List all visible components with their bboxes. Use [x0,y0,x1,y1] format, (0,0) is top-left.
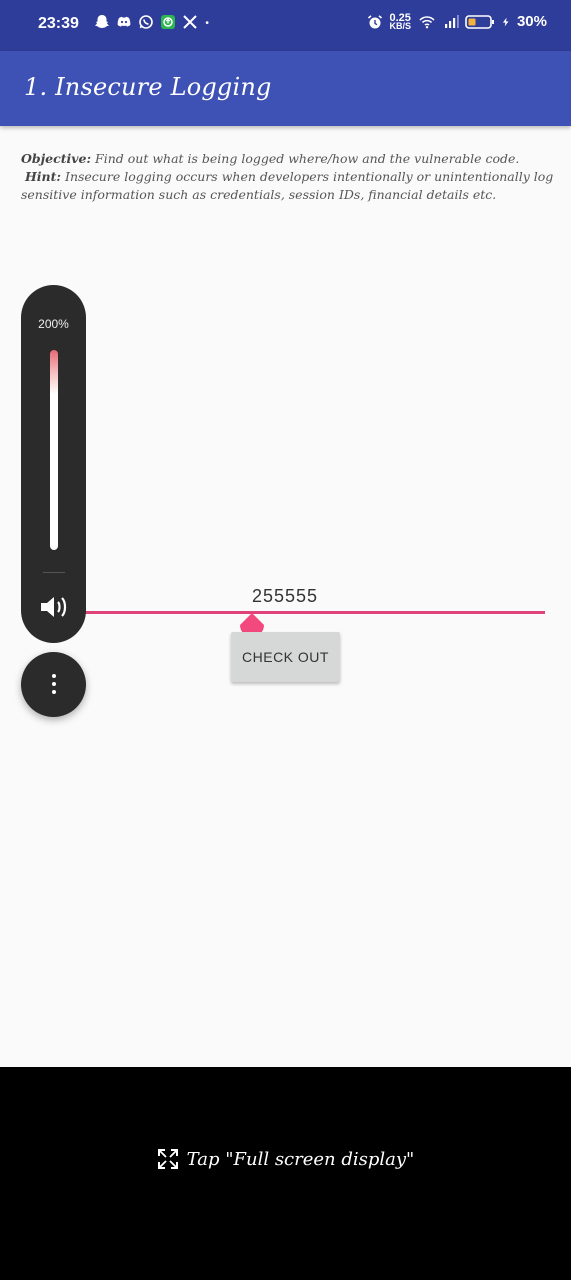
status-time: 23:39 [38,15,79,32]
amount-input-value[interactable]: 255555 [252,586,318,607]
expand-icon [157,1149,178,1169]
fullscreen-hint-text: Tap "Full screen display" [186,1148,415,1170]
battery-icon [465,14,494,29]
amount-input-underline[interactable] [84,611,545,614]
page-title: 1. Insecure Logging [24,73,272,101]
more-options-button[interactable] [21,652,86,717]
volume-overlay[interactable]: 200% [21,285,86,643]
system-icons: 0.25 KB/S 30% [367,12,547,31]
hint-text-line1: Insecure logging occurs when developers … [61,169,554,184]
network-speed: 0.25 KB/S [389,12,411,31]
status-bar: 23:39 0.25 KB/S 30% [0,0,571,51]
fullscreen-hint[interactable]: Tap "Full screen display" [0,1148,571,1170]
network-speed-unit: KB/S [389,20,411,31]
alarm-icon [368,14,383,28]
checkout-button[interactable]: CHECK OUT [231,632,340,682]
volume-slider[interactable] [50,350,58,550]
volume-divider [43,572,65,573]
discord-icon [117,16,131,27]
challenge-description: Objective: Find out what is being logged… [21,150,554,204]
hint-line-2: sensitive information such as credential… [21,187,497,202]
charging-icon [502,17,509,26]
more-dot-icon [52,682,56,686]
fullscreen-prompt-bar[interactable]: Tap "Full screen display" [0,1067,571,1280]
more-dot-icon [52,674,56,678]
app-update-icon [161,15,175,29]
x-icon [183,15,197,29]
snapchat-icon [95,15,109,28]
wifi-icon [419,15,435,28]
objective-line: Objective: Find out what is being logged… [21,150,551,168]
objective-label: Objective: [21,151,92,166]
hint-line: Hint: Insecure logging occurs when devel… [21,168,554,186]
signal-icon [444,14,459,28]
hint-label: Hint: [24,169,62,184]
volume-percent: 200% [38,317,69,331]
notification-icons [94,14,214,30]
whatsapp-icon [139,15,153,29]
speaker-icon[interactable] [38,593,70,621]
dot-icon [205,21,209,24]
more-dot-icon [52,690,56,694]
app-bar: 1. Insecure Logging [0,51,571,126]
battery-percent: 30% [516,13,547,30]
objective-text: Find out what is being logged where/how … [91,151,520,166]
